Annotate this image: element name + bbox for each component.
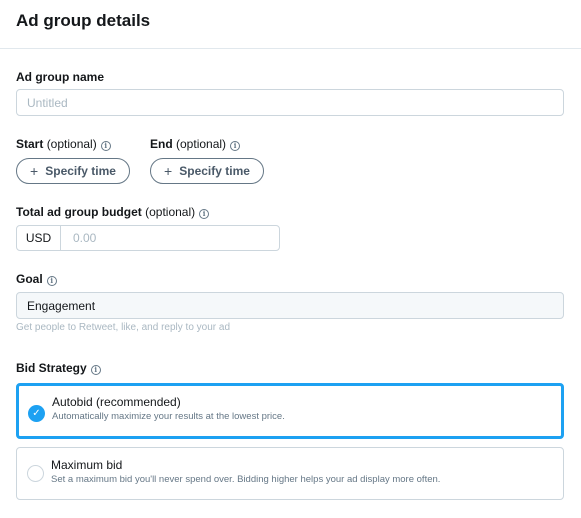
budget-field: USD 0.00 <box>16 225 280 251</box>
ad-group-name-label: Ad group name <box>16 70 105 84</box>
plus-icon: + <box>164 163 173 179</box>
goal-label: Goal i <box>16 272 57 286</box>
bid-strategy-label: Bid Strategy i <box>16 361 101 375</box>
goal-value: Engagement <box>27 298 96 313</box>
checkmark-icon: ✓ <box>28 405 45 422</box>
bid-option-description: Set a maximum bid you'll never spend ove… <box>51 474 441 485</box>
radio-button[interactable] <box>27 465 44 482</box>
end-label: End (optional) i <box>150 137 241 151</box>
goal-helper-text: Get people to Retweet, like, and reply t… <box>16 322 231 333</box>
bid-option-autobid[interactable]: ✓ Autobid (recommended) Automatically ma… <box>16 383 564 439</box>
bid-option-title: Autobid (recommended) <box>52 395 181 409</box>
start-label: Start (optional) i <box>16 137 111 151</box>
end-specify-time-button[interactable]: + Specify time <box>150 158 264 184</box>
info-icon[interactable]: i <box>46 276 57 286</box>
ad-group-name-input[interactable]: Untitled <box>16 89 564 116</box>
bid-option-title: Maximum bid <box>51 458 123 472</box>
info-icon[interactable]: i <box>230 141 241 151</box>
bid-option-maximum[interactable]: Maximum bid Set a maximum bid you'll nev… <box>16 447 564 500</box>
budget-amount-input[interactable]: 0.00 <box>61 226 279 250</box>
ad-group-name-placeholder: Untitled <box>27 95 68 110</box>
info-icon[interactable]: i <box>199 209 210 219</box>
currency-selector[interactable]: USD <box>17 226 61 250</box>
budget-label: Total ad group budget (optional) i <box>16 205 210 219</box>
plus-icon: + <box>30 163 39 179</box>
start-specify-time-button[interactable]: + Specify time <box>16 158 130 184</box>
page-title: Ad group details <box>16 11 151 30</box>
bid-option-description: Automatically maximize your results at t… <box>52 411 285 422</box>
info-icon[interactable]: i <box>100 141 111 151</box>
info-icon[interactable]: i <box>90 365 101 375</box>
panel-header: Ad group details <box>0 0 581 49</box>
goal-select[interactable]: Engagement <box>16 292 564 319</box>
